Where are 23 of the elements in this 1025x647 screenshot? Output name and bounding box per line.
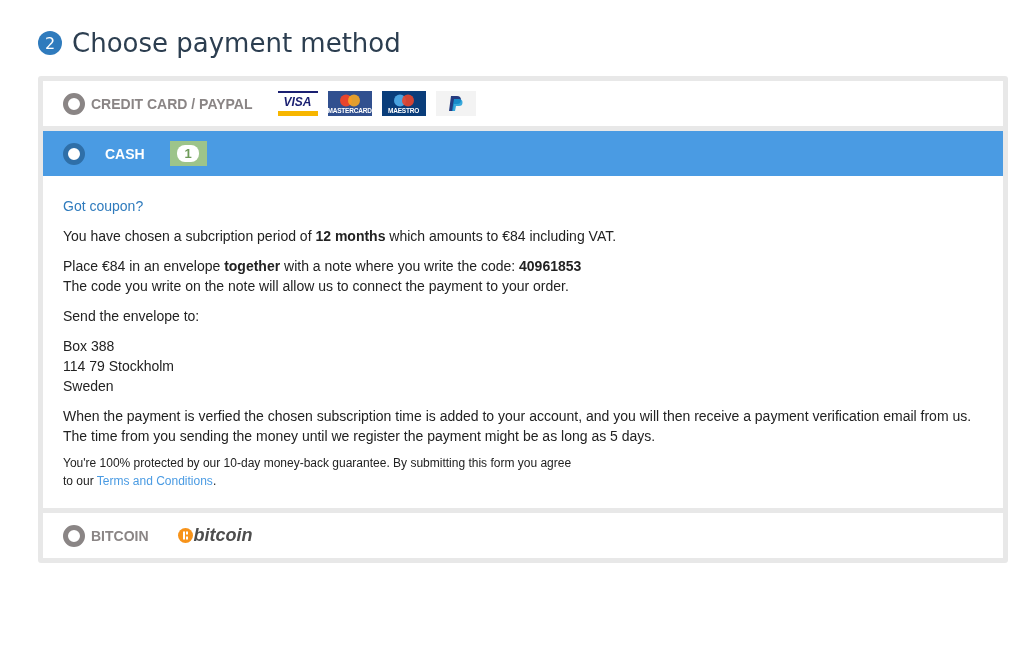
paragraph: Box 388 114 79 Stockholm Sweden bbox=[63, 337, 175, 396]
banknote-icon: 1 bbox=[169, 141, 207, 166]
payment-option[interactable]: CASH 1 bbox=[43, 131, 1003, 176]
payment-option-label: BITCOIN bbox=[91, 527, 149, 544]
coupon-link[interactable]: Got coupon? bbox=[63, 196, 144, 216]
radio-button[interactable] bbox=[63, 92, 85, 115]
section-title: Choose payment method bbox=[72, 28, 401, 58]
bitcoin-logo: bitcoin bbox=[177, 523, 253, 548]
paragraph: When the payment is verfied the chosen subscription time is added to your account, and you will then receive a payment verification email from us. The time from you sending the money until we register the payment might be as long as 5 days. bbox=[63, 407, 972, 446]
coin-icon bbox=[177, 528, 193, 543]
legal-note: You're 100% protected by our 10-day money-back guarantee. By submitting this form you agree to our Terms and Conditions. bbox=[63, 455, 572, 490]
paragraph: Place €84 in an envelope together with a note where you write the code: 40961853 The code you write on the note will allow us to connect the payment to your order. bbox=[63, 257, 582, 296]
paragraph: Send the envelope to: bbox=[63, 307, 200, 326]
terms-link[interactable]: Terms and Conditions bbox=[96, 474, 213, 488]
payment-option-label: CREDIT CARD / PAYPAL bbox=[91, 95, 253, 112]
payment-option-label: CASH bbox=[105, 145, 145, 162]
radio-button[interactable] bbox=[63, 524, 85, 547]
payment-option[interactable]: BITCOIN bitcoin bbox=[43, 513, 1003, 558]
p-letter-icon bbox=[448, 95, 463, 112]
radio-button[interactable] bbox=[63, 142, 85, 165]
paragraph: You have chosen a subcription period of 12 months which amounts to €84 including VAT. bbox=[63, 227, 617, 246]
step-number-badge: 2 bbox=[38, 31, 62, 55]
card-logo: VISA bbox=[277, 91, 318, 116]
